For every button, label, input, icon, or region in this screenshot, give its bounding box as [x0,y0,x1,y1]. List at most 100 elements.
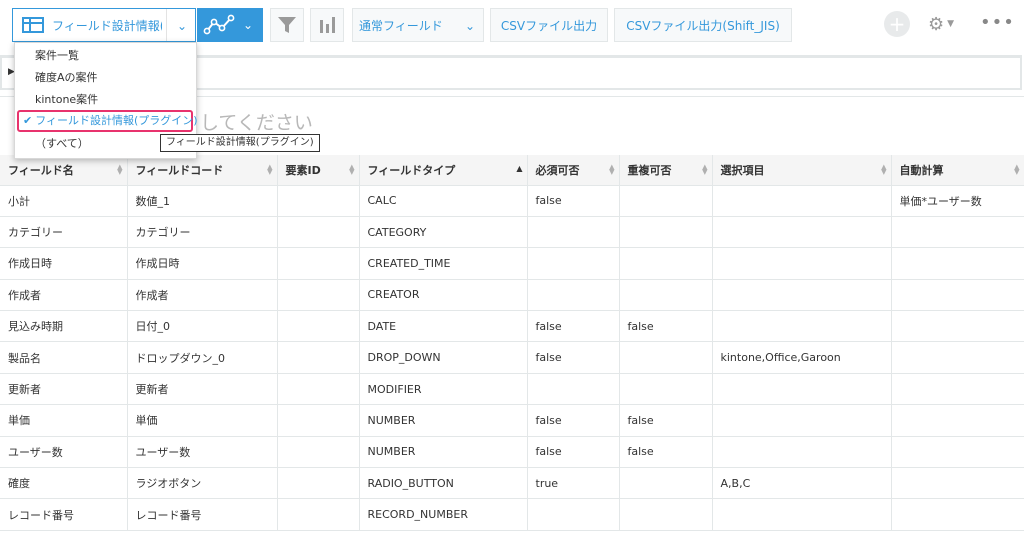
csv-export-sjis-button[interactable]: CSVファイル出力(Shift_JIS) [614,8,792,42]
sort-icon[interactable]: ▲ ▼ [881,164,886,176]
menu-item-label: （すべて） [35,137,89,150]
menu-item-label: 確度Aの案件 [35,71,98,84]
menu-item-view[interactable]: kintone案件 [15,89,196,111]
table-row[interactable]: ユーザー数 ユーザー数 NUMBER false false [0,436,1024,469]
table-cell [712,498,892,531]
table-cell: 作成日時 [127,247,278,280]
table-row[interactable]: 作成者 作成者 CREATOR [0,279,1024,312]
column-header-label: 自動計算 [899,163,944,177]
sort-icon[interactable]: ▲ ▼ [702,164,707,176]
sort-icon[interactable]: ▲ ▼ [349,164,354,176]
table-cell [277,310,360,343]
table-cell: false [527,341,620,374]
add-record-button[interactable]: + [884,11,910,37]
table-cell: false [619,404,713,437]
table-cell [619,467,713,500]
table-cell: true [527,467,620,500]
sort-icon[interactable]: ▲ ▼ [609,164,614,176]
table-cell: false [527,404,620,437]
filter-button[interactable] [270,8,304,42]
menu-item-view[interactable]: 案件一覧 [15,45,196,67]
column-header[interactable]: 選択項目 ▲ ▼ [712,155,892,186]
field-table: フィールド名 ▲ ▼ フィールドコード ▲ ▼ 要素ID ▲ ▼ フィールドタイプ ▲ 必須可… [0,155,1024,531]
sort-icon[interactable]: ▲ ▼ [267,164,272,176]
table-cell: NUMBER [359,404,528,437]
table-cell: false [527,436,620,469]
field-mode-select[interactable]: 通常フィールド ⌄ [352,8,484,42]
table-cell [712,404,892,437]
view-select-divider [166,9,167,41]
table-cell: false [619,310,713,343]
table-row[interactable]: カテゴリー カテゴリー CATEGORY [0,216,1024,249]
table-cell [891,216,1024,249]
table-row[interactable]: 更新者 更新者 MODIFIER [0,373,1024,406]
sort-icon[interactable]: ▲ ▼ [1014,164,1019,176]
table-cell [891,247,1024,280]
bar-chart-button[interactable] [310,8,344,42]
table-cell: 単価 [0,404,128,437]
chevron-down-icon: ⌄ [464,19,475,33]
table-cell [277,404,360,437]
table-row[interactable]: 単価 単価 NUMBER false false [0,404,1024,437]
more-options-button[interactable]: ••• [980,10,1014,36]
menu-item-view-selected[interactable]: ✔ フィールド設計情報(プラグイン) [17,110,198,132]
table-cell: レコード番号 [127,498,278,531]
column-header[interactable]: 自動計算 ▲ ▼ [891,155,1024,186]
column-header[interactable]: フィールドタイプ ▲ [359,155,528,186]
table-cell [891,498,1024,531]
table-cell: kintone,Office,Garoon [712,341,892,374]
menu-item-view[interactable]: 確度Aの案件 [15,67,196,89]
table-cell [712,436,892,469]
table-cell: カテゴリー [127,216,278,249]
table-cell [619,279,713,312]
table-cell [891,467,1024,500]
table-cell: A,B,C [712,467,892,500]
toolbar: フィールド設計情報(… ⌄ ⌄ 通常フィールド ⌄ CSVファイル出力 CSVフ… [0,0,1024,48]
column-header[interactable]: 要素ID ▲ ▼ [277,155,360,186]
column-header-label: 要素ID [285,163,321,177]
table-cell [712,247,892,280]
table-cell: レコード番号 [0,498,128,531]
column-header[interactable]: フィールドコード ▲ ▼ [127,155,278,186]
table-cell: 単価*ユーザー数 [891,185,1024,217]
table-row[interactable]: レコード番号 レコード番号 RECORD_NUMBER [0,498,1024,531]
table-cell [277,247,360,280]
table-cell: MODIFIER [359,373,528,406]
table-row[interactable]: 確度 ラジオボタン RADIO_BUTTON true A,B,C [0,467,1024,500]
column-header[interactable]: フィールド名 ▲ ▼ [0,155,128,186]
column-header[interactable]: 重複可否 ▲ ▼ [619,155,713,186]
table-cell [277,341,360,374]
table-cell [527,279,620,312]
sort-icon[interactable]: ▲ ▼ [117,164,122,176]
table-cell [527,373,620,406]
chevron-down-icon: ▼ [947,19,955,29]
column-header[interactable]: 必須可否 ▲ ▼ [527,155,620,186]
column-header-label: フィールドコード [135,163,224,177]
chevron-down-icon: ⌄ [176,19,187,33]
table-cell: 見込み時期 [0,310,128,343]
column-header-label: 重複可否 [627,163,672,177]
table-cell [277,216,360,249]
table-row[interactable]: 製品名 ドロップダウン_0 DROP_DOWN false kintone,Office… [0,341,1024,374]
table-cell [277,436,360,469]
table-cell [712,310,892,343]
table-cell: 作成日時 [0,247,128,280]
view-select[interactable]: フィールド設計情報(… ⌄ [12,8,196,42]
column-header-label: 必須可否 [535,163,580,177]
settings-button[interactable]: ⚙ ▼ [928,12,964,36]
table-cell [277,498,360,531]
table-cell [277,185,360,217]
table-row[interactable]: 作成日時 作成日時 CREATED_TIME [0,247,1024,280]
table-cell [619,216,713,249]
table-cell: 製品名 [0,341,128,374]
table-row[interactable]: 小計 数値_1 CALC false 単価*ユーザー数 [0,185,1024,217]
table-row[interactable]: 見込み時期 日付_0 DATE false false [0,310,1024,343]
checkmark-icon: ✔ [23,114,33,127]
table-cell: CALC [359,185,528,217]
sort-ascending-icon[interactable]: ▲ [516,165,522,173]
table-cell: 日付_0 [127,310,278,343]
table-cell [277,373,360,406]
csv-export-button[interactable]: CSVファイル出力 [490,8,608,42]
table-cell [891,310,1024,343]
graph-button[interactable]: ⌄ [197,8,263,42]
